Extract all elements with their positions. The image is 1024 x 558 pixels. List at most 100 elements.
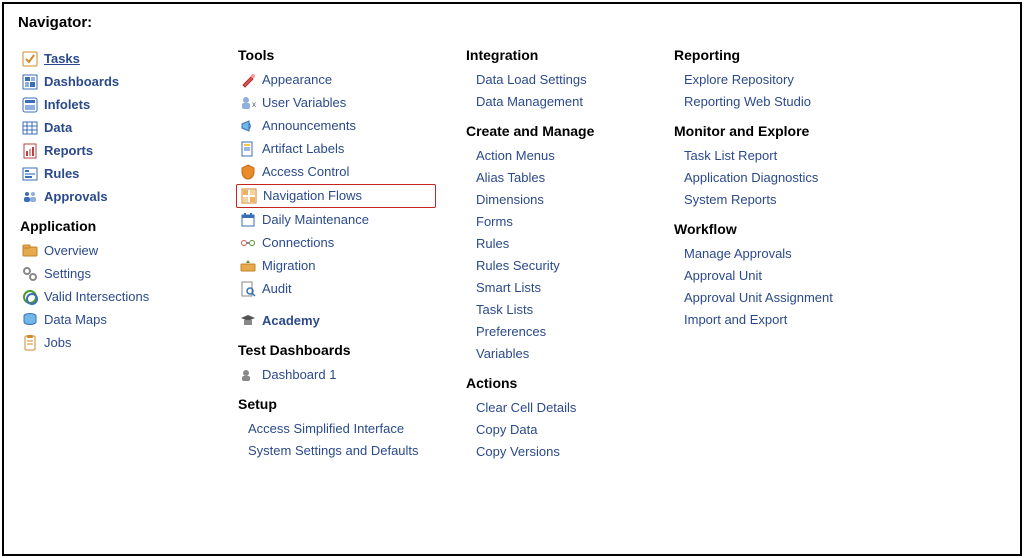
create-manage-item-4[interactable]: Rules — [476, 233, 644, 255]
link-navigation-flows[interactable]: Navigation Flows — [236, 184, 436, 208]
workflow-item-2[interactable]: Approval Unit Assignment — [684, 287, 892, 309]
approvals-label: Approvals — [44, 188, 108, 206]
infolets-label: Infolets — [44, 96, 90, 114]
settings-label: Settings — [44, 265, 91, 283]
data-label: Data — [44, 119, 72, 137]
primary-list: Tasks Dashboards Infolets Data ReportsRules A… — [18, 48, 208, 208]
link-daily-maintenance[interactable]: Daily Maintenance — [236, 209, 436, 231]
approvals-icon — [22, 189, 38, 205]
link-dashboards[interactable]: Dashboards — [18, 71, 208, 93]
create-manage-item-2[interactable]: Dimensions — [476, 189, 644, 211]
create-manage-item-3[interactable]: Forms — [476, 211, 644, 233]
link-appearance[interactable]: Appearance — [236, 69, 436, 91]
link-rules[interactable]: Rules — [18, 163, 208, 185]
workflow-item-0[interactable]: Manage Approvals — [684, 243, 892, 265]
col-create: Integration Data Load SettingsData Manag… — [464, 47, 644, 463]
dashboard-item-icon — [240, 367, 256, 383]
link-connections[interactable]: Connections — [236, 232, 436, 254]
link-overview[interactable]: Overview — [18, 240, 208, 262]
create-manage-item-0[interactable]: Action Menus — [476, 145, 644, 167]
connections-icon — [240, 235, 256, 251]
daily-maintenance-icon — [240, 212, 256, 228]
monitor-item-2[interactable]: System Reports — [684, 189, 892, 211]
artifact-labels-label: Artifact Labels — [262, 140, 344, 158]
academy-icon — [240, 313, 256, 329]
setup-list: Access Simplified InterfaceSystem Settin… — [236, 418, 436, 462]
create-manage-item-5[interactable]: Rules Security — [476, 255, 644, 277]
access-control-label: Access Control — [262, 163, 349, 181]
actions-item-2[interactable]: Copy Versions — [476, 441, 644, 463]
dashboard-1-label: Dashboard 1 — [262, 366, 336, 384]
connections-label: Connections — [262, 234, 334, 252]
link-tasks[interactable]: Tasks — [18, 48, 208, 70]
heading-monitor: Monitor and Explore — [674, 123, 892, 139]
infolets-icon — [22, 97, 38, 113]
actions-item-0[interactable]: Clear Cell Details — [476, 397, 644, 419]
jobs-icon — [22, 335, 38, 351]
jobs-label: Jobs — [44, 334, 71, 352]
actions-item-1[interactable]: Copy Data — [476, 419, 644, 441]
heading-test-dashboards: Test Dashboards — [238, 342, 436, 358]
integration-item-1[interactable]: Data Management — [476, 91, 644, 113]
create-manage-item-9[interactable]: Variables — [476, 343, 644, 365]
migration-label: Migration — [262, 257, 315, 275]
create-manage-item-8[interactable]: Preferences — [476, 321, 644, 343]
navigation-flows-icon — [241, 188, 257, 204]
announcements-icon — [240, 118, 256, 134]
navigation-flows-label: Navigation Flows — [263, 187, 362, 205]
heading-setup: Setup — [238, 396, 436, 412]
access-control-icon — [240, 164, 256, 180]
appearance-label: Appearance — [262, 71, 332, 89]
rules-icon — [22, 166, 38, 182]
reporting-item-0[interactable]: Explore Repository — [684, 69, 892, 91]
link-infolets[interactable]: Infolets — [18, 94, 208, 116]
heading-actions: Actions — [466, 375, 644, 391]
navigator-panel: Navigator: TasksDashboardsInfoletsDataRe… — [2, 2, 1022, 556]
create-manage-item-6[interactable]: Smart Lists — [476, 277, 644, 299]
col-primary: Tasks Dashboards Infolets Data ReportsRules A… — [18, 47, 208, 463]
link-data-maps[interactable]: Data Maps — [18, 309, 208, 331]
setup-item-0[interactable]: Access Simplified Interface — [248, 418, 436, 440]
link-valid-intersections[interactable]: Valid Intersections — [18, 286, 208, 308]
heading-application: Application — [20, 218, 208, 234]
link-user-variables[interactable]: User Variables — [236, 92, 436, 114]
setup-item-1[interactable]: System Settings and Defaults — [248, 440, 436, 462]
link-access-control[interactable]: Access Control — [236, 161, 436, 183]
valid-intersections-label: Valid Intersections — [44, 288, 149, 306]
link-jobs[interactable]: Jobs — [18, 332, 208, 354]
academy-label: Academy — [262, 312, 320, 330]
link-artifact-labels[interactable]: Artifact Labels — [236, 138, 436, 160]
heading-workflow: Workflow — [674, 221, 892, 237]
link-audit[interactable]: Audit — [236, 278, 436, 300]
settings-icon — [22, 266, 38, 282]
link-settings[interactable]: Settings — [18, 263, 208, 285]
reporting-item-1[interactable]: Reporting Web Studio — [684, 91, 892, 113]
link-announcements[interactable]: Announcements — [236, 115, 436, 137]
overview-label: Overview — [44, 242, 98, 260]
application-list: Overview Settings Valid Intersections Data … — [18, 240, 208, 354]
heading-reporting: Reporting — [674, 47, 892, 63]
create-manage-item-7[interactable]: Task Lists — [476, 299, 644, 321]
artifact-labels-icon — [240, 141, 256, 157]
link-data[interactable]: Data — [18, 117, 208, 139]
link-dashboard-1[interactable]: Dashboard 1 — [236, 364, 436, 386]
appearance-icon — [240, 72, 256, 88]
col-tools: Tools AppearanceUser VariablesAnnounceme… — [236, 47, 436, 463]
link-migration[interactable]: Migration — [236, 255, 436, 277]
link-approvals[interactable]: Approvals — [18, 186, 208, 208]
workflow-item-3[interactable]: Import and Export — [684, 309, 892, 331]
workflow-item-1[interactable]: Approval Unit — [684, 265, 892, 287]
heading-integration: Integration — [466, 47, 644, 63]
integration-item-0[interactable]: Data Load Settings — [476, 69, 644, 91]
user-variables-label: User Variables — [262, 94, 346, 112]
monitor-item-1[interactable]: Application Diagnostics — [684, 167, 892, 189]
link-academy[interactable]: Academy — [236, 310, 436, 332]
monitor-item-0[interactable]: Task List Report — [684, 145, 892, 167]
create-manage-item-1[interactable]: Alias Tables — [476, 167, 644, 189]
link-reports[interactable]: Reports — [18, 140, 208, 162]
data-maps-label: Data Maps — [44, 311, 107, 329]
audit-label: Audit — [262, 280, 292, 298]
dashboards-label: Dashboards — [44, 73, 119, 91]
datamaps-icon — [22, 312, 38, 328]
overview-icon — [22, 243, 38, 259]
